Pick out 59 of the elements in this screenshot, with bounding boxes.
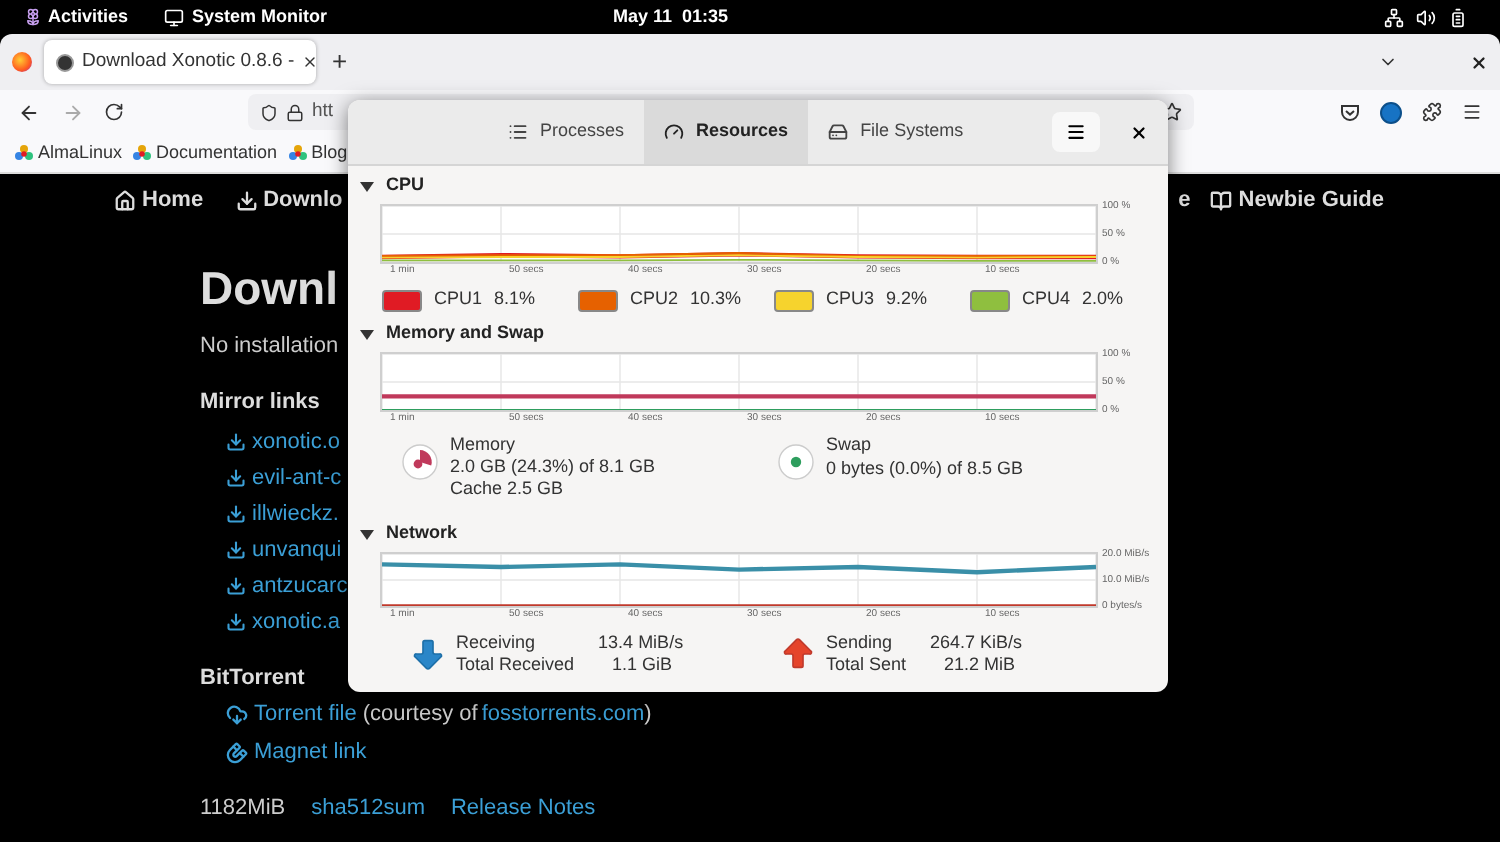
- memory-usage: 2.0 GB (24.3%) of 8.1 GB: [450, 456, 656, 478]
- cpu-usage: 8.1%: [494, 286, 536, 313]
- cpu-name: CPU3: [826, 286, 875, 313]
- section-title[interactable]: Network: [386, 520, 458, 548]
- intro-text: No installation: [200, 332, 339, 362]
- mirror-link[interactable]: illwieckz.: [252, 497, 339, 531]
- sending-rate: 264.7 KiB/s: [930, 632, 1023, 654]
- footer-link[interactable]: Release Notes: [450, 792, 596, 825]
- total-sent-value: 21.2 MiB: [942, 654, 1018, 676]
- total-received-label: Total Received: [456, 654, 575, 676]
- view-tab[interactable]: Resources: [644, 100, 809, 164]
- url-text: htt: [312, 97, 334, 126]
- cpu-name: CPU1: [434, 286, 483, 313]
- closing-parenthesis: ): [644, 699, 652, 730]
- memory-label: Memory: [450, 434, 518, 456]
- clock[interactable]: May 11 01:35: [613, 3, 729, 31]
- receiving-rate: 13.4 MiB/s: [598, 632, 684, 654]
- swap-usage: 0 bytes (0.0%) of 8.5 GB: [826, 458, 1024, 480]
- nav-link[interactable]: Downlo: [263, 183, 343, 217]
- sending-label: Sending: [826, 632, 895, 654]
- footer-link[interactable]: sha512sum: [311, 792, 425, 825]
- bookmark-link[interactable]: Documentation: [156, 139, 278, 167]
- view-tab[interactable]: File Systems: [808, 100, 984, 164]
- cpu-usage: 10.3%: [690, 286, 742, 313]
- nav-link[interactable]: Home: [142, 183, 204, 217]
- tab-title: Download Xonotic 0.8.6 -: [82, 47, 295, 76]
- total-received-value: 1.1 GiB: [610, 654, 675, 676]
- cache-usage: Cache 2.5 GB: [450, 478, 566, 500]
- swap-label: Swap: [826, 434, 874, 456]
- cpu-name: CPU2: [630, 286, 679, 313]
- cpu-usage: 9.2%: [886, 286, 928, 313]
- app-menu[interactable]: System Monitor: [192, 3, 328, 31]
- nav-link[interactable]: e: [1178, 183, 1191, 217]
- section-heading: BitTorrent: [200, 664, 305, 692]
- cpu-usage: 2.0%: [1082, 286, 1124, 313]
- mirror-link[interactable]: xonotic.a: [252, 605, 341, 639]
- mirror-link[interactable]: unvanqui: [252, 533, 342, 567]
- browser-tab[interactable]: Download Xonotic 0.8.6 -: [44, 40, 316, 84]
- section-heading: Mirror links: [200, 388, 320, 416]
- courtesy-text: (courtesy of: [362, 699, 478, 730]
- bookmark-link[interactable]: Blog: [311, 139, 348, 167]
- receiving-label: Receiving: [456, 632, 538, 654]
- section-title[interactable]: CPU: [386, 172, 425, 200]
- file-size: 1182MiB: [200, 794, 286, 824]
- magnet-link[interactable]: Magnet link: [254, 735, 367, 769]
- total-sent-label: Total Sent: [826, 654, 907, 676]
- nav-link[interactable]: Newbie Guide: [1238, 183, 1384, 217]
- mirror-link[interactable]: xonotic.o: [252, 425, 341, 459]
- bookmark-link[interactable]: AlmaLinux: [38, 139, 123, 167]
- new-tab-button[interactable]: +: [328, 42, 352, 82]
- view-tab[interactable]: Processes: [488, 100, 645, 164]
- mirror-link[interactable]: antzucarc: [252, 569, 348, 603]
- section-title[interactable]: Memory and Swap: [386, 320, 545, 348]
- torrent-link[interactable]: Torrent file: [254, 697, 357, 731]
- cpu-name: CPU4: [1022, 286, 1071, 313]
- activities-button[interactable]: Activities: [48, 3, 129, 31]
- mirror-link[interactable]: evil-ant-c: [252, 461, 342, 495]
- page-heading: Downl: [200, 260, 338, 318]
- fosstorrents-link[interactable]: fosstorrents.com: [481, 697, 645, 731]
